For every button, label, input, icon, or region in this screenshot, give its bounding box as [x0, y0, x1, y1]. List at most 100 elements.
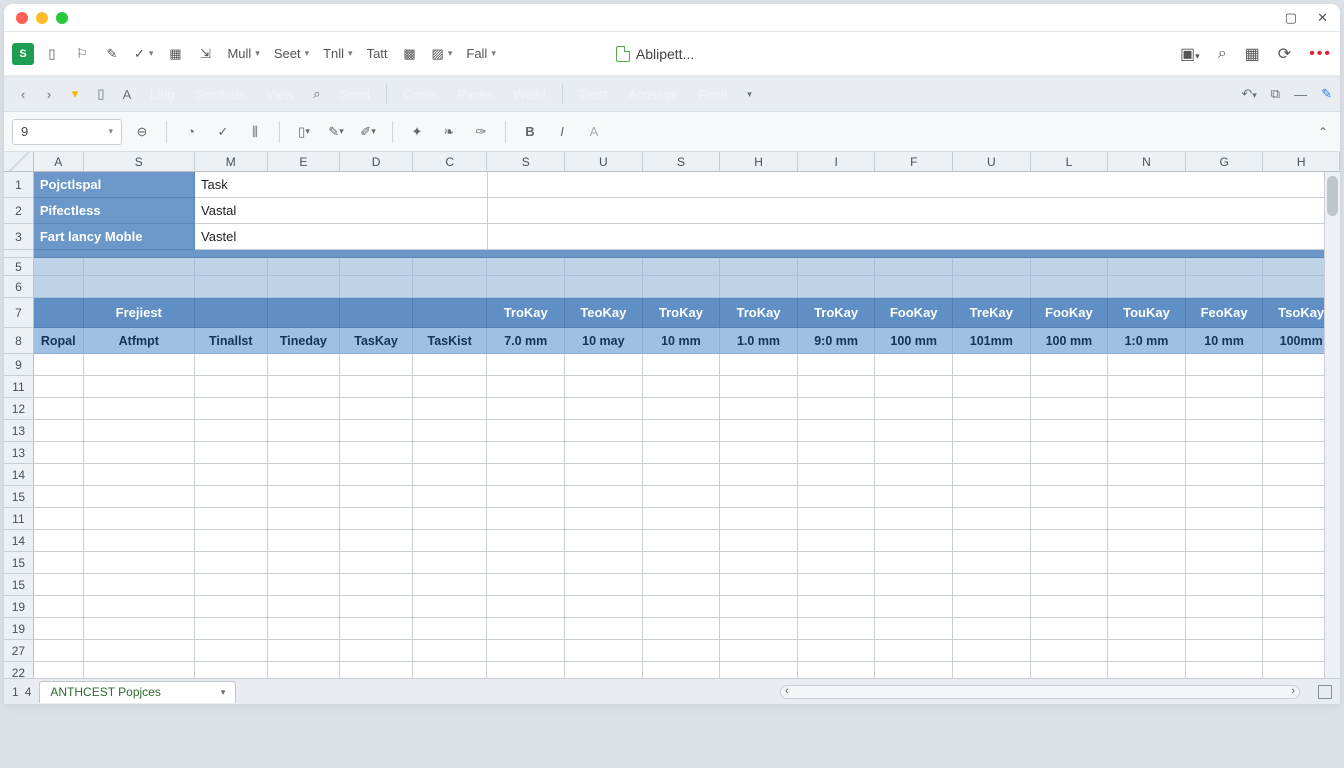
cell[interactable]	[953, 530, 1031, 552]
column-header[interactable]: G	[1186, 152, 1264, 171]
cell[interactable]: 10 mm	[1186, 328, 1264, 354]
cell[interactable]	[1108, 354, 1186, 376]
cell[interactable]	[34, 276, 84, 298]
note-icon[interactable]: ▯▾	[292, 120, 316, 144]
cell[interactable]	[413, 376, 488, 398]
font-color-icon[interactable]: A	[582, 120, 606, 144]
cell[interactable]	[798, 420, 876, 442]
cell[interactable]	[1186, 398, 1264, 420]
cell[interactable]	[195, 420, 268, 442]
cell[interactable]	[268, 596, 341, 618]
cell[interactable]	[1186, 354, 1264, 376]
cell[interactable]	[84, 486, 195, 508]
cell[interactable]	[84, 276, 195, 298]
cell[interactable]	[195, 398, 268, 420]
cell[interactable]	[565, 640, 643, 662]
cell[interactable]	[643, 258, 721, 276]
cell[interactable]	[1186, 508, 1264, 530]
copy-icon[interactable]: ⧉	[1271, 86, 1280, 102]
cell[interactable]	[195, 464, 268, 486]
cell[interactable]: TroKay	[798, 298, 876, 328]
cell[interactable]	[195, 552, 268, 574]
row-header[interactable]: 19	[4, 618, 34, 640]
cell[interactable]	[798, 574, 876, 596]
cell[interactable]	[268, 276, 341, 298]
cell[interactable]	[953, 640, 1031, 662]
cell[interactable]	[488, 198, 1340, 224]
menu-item[interactable]: Sonthats	[187, 83, 254, 106]
cell[interactable]	[875, 420, 953, 442]
cell[interactable]	[268, 552, 341, 574]
cell[interactable]	[875, 596, 953, 618]
cell[interactable]	[487, 376, 565, 398]
row-header[interactable]: 15	[4, 486, 34, 508]
cell[interactable]	[643, 376, 721, 398]
cell[interactable]	[1186, 552, 1264, 574]
cell[interactable]	[268, 662, 341, 678]
cell[interactable]	[953, 662, 1031, 678]
cell[interactable]	[413, 640, 488, 662]
cell[interactable]	[1031, 486, 1109, 508]
cell[interactable]	[487, 640, 565, 662]
cell[interactable]	[268, 618, 341, 640]
edit-pencil-icon[interactable]: ✎	[1321, 86, 1332, 102]
cell[interactable]	[34, 464, 84, 486]
cell[interactable]	[720, 640, 798, 662]
cell[interactable]	[84, 574, 195, 596]
forward-icon[interactable]: ›	[38, 83, 60, 105]
cell[interactable]	[195, 530, 268, 552]
cell[interactable]	[1108, 508, 1186, 530]
cell[interactable]	[953, 442, 1031, 464]
cell[interactable]	[953, 354, 1031, 376]
cell[interactable]: 1.0 mm	[720, 328, 798, 354]
cell[interactable]	[487, 276, 565, 298]
cell[interactable]	[798, 596, 876, 618]
cell[interactable]	[340, 298, 413, 328]
row-header[interactable]: 19	[4, 596, 34, 618]
cell[interactable]: Atfmpt	[84, 328, 195, 354]
cell[interactable]: Pojctlspal	[34, 172, 195, 198]
row-header[interactable]	[4, 250, 34, 258]
cell[interactable]	[487, 420, 565, 442]
menu-2[interactable]: Seet▾	[270, 40, 313, 68]
minimize-line-icon[interactable]: —	[1294, 87, 1307, 102]
cell[interactable]	[84, 640, 195, 662]
cell[interactable]	[798, 276, 876, 298]
cell[interactable]	[1108, 662, 1186, 678]
cell[interactable]	[565, 442, 643, 464]
cell[interactable]	[195, 486, 268, 508]
cell[interactable]	[413, 574, 488, 596]
cell[interactable]	[643, 618, 721, 640]
cell[interactable]	[340, 442, 413, 464]
cell[interactable]	[875, 618, 953, 640]
italic-icon[interactable]: I	[550, 120, 574, 144]
cell[interactable]	[195, 354, 268, 376]
undo-icon[interactable]: ↶▾	[1241, 86, 1256, 102]
tool-export-icon[interactable]: ⇲	[193, 40, 217, 68]
search-icon[interactable]: ⌕	[1218, 45, 1227, 63]
row-header[interactable]: 15	[4, 552, 34, 574]
menu-item[interactable]: Lirig	[142, 83, 183, 106]
cell[interactable]	[268, 508, 341, 530]
cell[interactable]	[84, 596, 195, 618]
cell[interactable]	[413, 530, 488, 552]
cell[interactable]: Task	[195, 172, 487, 198]
column-header[interactable]: A	[34, 152, 84, 171]
close-icon[interactable]: ✕	[1317, 10, 1328, 26]
zoom-icon[interactable]: ⌕	[306, 83, 328, 105]
scroll-left-icon[interactable]: ‹	[785, 685, 789, 697]
cell[interactable]	[268, 258, 341, 276]
cell[interactable]	[84, 354, 195, 376]
accept-icon[interactable]: ✓	[211, 120, 235, 144]
cell[interactable]	[643, 662, 721, 678]
scroll-up-icon[interactable]: ⌃	[1314, 125, 1332, 139]
cell[interactable]	[1186, 276, 1264, 298]
cell[interactable]	[1108, 530, 1186, 552]
cell[interactable]	[1031, 618, 1109, 640]
close-window-button[interactable]	[16, 12, 28, 24]
cell[interactable]	[268, 398, 341, 420]
cell[interactable]	[798, 530, 876, 552]
cell[interactable]	[798, 354, 876, 376]
row-header[interactable]: 11	[4, 376, 34, 398]
chevron-down-icon[interactable]: ▾	[221, 687, 226, 698]
